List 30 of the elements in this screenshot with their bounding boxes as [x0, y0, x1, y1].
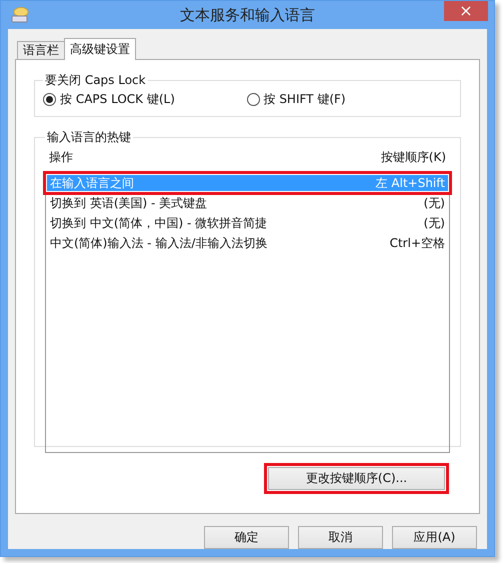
window-title: 文本服务和输入语言 [179, 6, 316, 24]
dialog-button[interactable]: 取消 [298, 526, 383, 549]
action-cell: 切换到 英语(美国) - 美式键盘 [50, 194, 208, 212]
action-cell: 切换到 中文(简体，中国) - 微软拼音简捷 [50, 214, 268, 232]
radio-button[interactable] [43, 93, 56, 106]
tab[interactable]: 高级键设置 [64, 38, 136, 60]
change-key-sequence-button[interactable]: 更改按键顺序(C)... [268, 467, 445, 490]
key-sequence-cell: Ctrl+空格 [390, 234, 445, 252]
close-button[interactable]: × [444, 1, 488, 21]
column-header: 按键顺序(K) [380, 148, 446, 166]
tab[interactable]: 语言栏 [17, 41, 65, 60]
column-header: 操作 [49, 148, 73, 166]
group-title: 输入语言的热键 [46, 129, 132, 146]
keyboard-speech-icon [11, 7, 29, 23]
list-row[interactable]: 中文(简体)输入法 - 输入法/非输入法切换 Ctrl+空格 [47, 235, 448, 251]
key-sequence-cell: (无) [424, 194, 445, 212]
radio-label: 按 CAPS LOCK 键(L) [60, 91, 175, 108]
action-cell: 中文(简体)输入法 - 输入法/非输入法切换 [50, 234, 268, 252]
action-cell: 在输入语言之间 [50, 174, 134, 192]
key-sequence-cell: (无) [424, 214, 445, 232]
list-row[interactable]: 切换到 中文(简体，中国) - 微软拼音简捷 (无) [47, 215, 448, 231]
dialog-button[interactable]: 应用(A) [392, 526, 477, 549]
dialog-button[interactable]: 确定 [204, 526, 289, 549]
radio-option[interactable]: 按 CAPS LOCK 键(L) [43, 91, 246, 108]
radio-button[interactable] [246, 93, 260, 106]
radio-label: 按 SHIFT 键(F) [264, 91, 346, 108]
list-row[interactable]: 切换到 英语(美国) - 美式键盘 (无) [47, 195, 448, 211]
group-title: 要关闭 Caps Lock [44, 72, 147, 89]
radio-option[interactable]: 按 SHIFT 键(F) [246, 91, 450, 108]
key-sequence-cell: 左 Alt+Shift [376, 174, 445, 192]
